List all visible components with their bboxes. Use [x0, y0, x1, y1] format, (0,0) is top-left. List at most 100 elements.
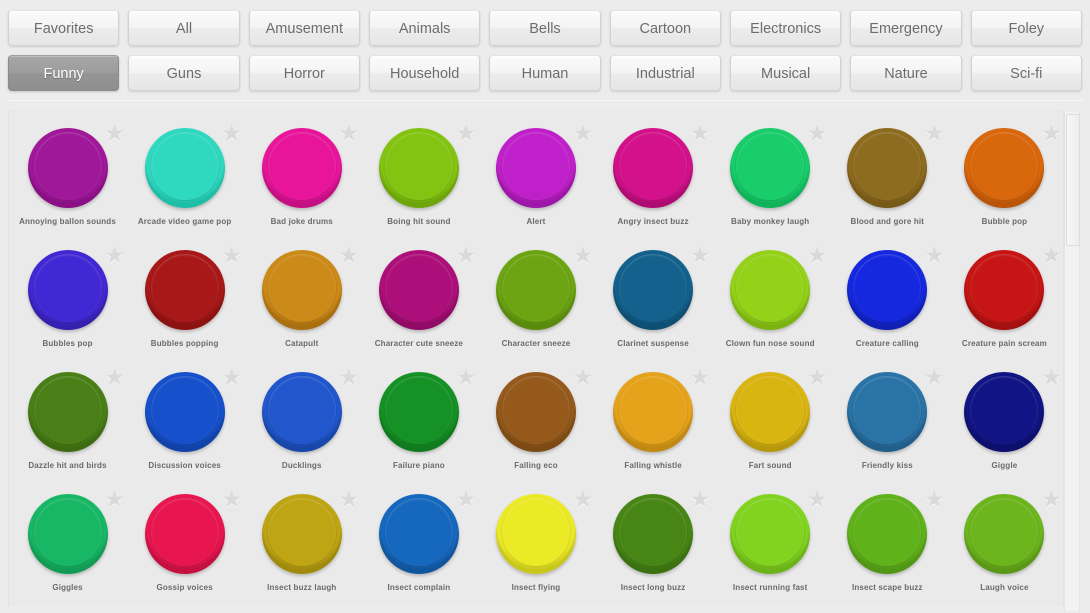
- sound-knob[interactable]: [378, 494, 459, 574]
- sound-knob[interactable]: [495, 494, 576, 574]
- sound-knob[interactable]: [27, 372, 108, 452]
- sound-knob[interactable]: [613, 250, 694, 330]
- sound-button[interactable]: ★ Creature calling: [829, 240, 946, 362]
- sound-knob[interactable]: [144, 372, 225, 452]
- sound-knob[interactable]: [847, 250, 928, 330]
- sound-knob[interactable]: [261, 128, 342, 208]
- favorite-star-icon[interactable]: ★: [338, 366, 360, 389]
- favorite-star-icon[interactable]: ★: [338, 244, 360, 267]
- sound-knob[interactable]: [730, 128, 811, 208]
- favorite-star-icon[interactable]: ★: [104, 122, 126, 145]
- scrollbar-thumb[interactable]: [1066, 114, 1080, 246]
- sound-button[interactable]: ★ Bubble pop: [946, 118, 1063, 240]
- favorite-star-icon[interactable]: ★: [923, 366, 945, 389]
- sound-knob[interactable]: [847, 494, 928, 574]
- favorite-star-icon[interactable]: ★: [104, 244, 126, 267]
- sound-knob[interactable]: [613, 128, 694, 208]
- favorite-star-icon[interactable]: ★: [1040, 122, 1062, 145]
- sound-button[interactable]: ★ Giggles: [9, 484, 126, 606]
- sound-knob[interactable]: [964, 250, 1045, 330]
- sound-button[interactable]: ★ Gossip voices: [126, 484, 243, 606]
- sound-knob[interactable]: [27, 250, 108, 330]
- sound-knob[interactable]: [730, 494, 811, 574]
- favorite-star-icon[interactable]: ★: [1040, 488, 1062, 511]
- tab-favorites[interactable]: Favorites: [8, 10, 120, 46]
- sound-knob[interactable]: [613, 494, 694, 574]
- sound-button[interactable]: ★ Friendly kiss: [829, 362, 946, 484]
- favorite-star-icon[interactable]: ★: [221, 244, 243, 267]
- tab-guns[interactable]: Guns: [128, 55, 240, 91]
- sound-knob[interactable]: [378, 372, 459, 452]
- sound-button[interactable]: ★ Arcade video game pop: [126, 118, 243, 240]
- sound-button[interactable]: ★ Insect running fast: [712, 484, 829, 606]
- sound-button[interactable]: ★ Fart sound: [712, 362, 829, 484]
- favorite-star-icon[interactable]: ★: [221, 366, 243, 389]
- tab-foley[interactable]: Foley: [970, 10, 1082, 46]
- tab-electronics[interactable]: Electronics: [729, 10, 842, 46]
- favorite-star-icon[interactable]: ★: [455, 244, 477, 267]
- favorite-star-icon[interactable]: ★: [923, 244, 945, 267]
- favorite-star-icon[interactable]: ★: [338, 122, 360, 145]
- tab-amusement[interactable]: Amusement: [248, 10, 360, 46]
- tab-horror[interactable]: Horror: [248, 55, 360, 91]
- sound-knob[interactable]: [730, 372, 811, 452]
- sound-button[interactable]: ★ Discussion voices: [126, 362, 243, 484]
- sound-knob[interactable]: [144, 128, 225, 208]
- vertical-scrollbar[interactable]: [1064, 112, 1080, 611]
- tab-bells[interactable]: Bells: [489, 10, 601, 46]
- sound-knob[interactable]: [847, 372, 928, 452]
- favorite-star-icon[interactable]: ★: [923, 122, 945, 145]
- sound-button[interactable]: ★ Insect complain: [360, 484, 477, 606]
- sound-knob[interactable]: [378, 128, 459, 208]
- sound-button[interactable]: ★ Giggle: [946, 362, 1063, 484]
- favorite-star-icon[interactable]: ★: [572, 366, 594, 389]
- favorite-star-icon[interactable]: ★: [806, 244, 828, 267]
- favorite-star-icon[interactable]: ★: [806, 488, 828, 511]
- favorite-star-icon[interactable]: ★: [221, 122, 243, 145]
- tab-cartoon[interactable]: Cartoon: [609, 10, 721, 46]
- sound-knob[interactable]: [261, 372, 342, 452]
- sound-button[interactable]: ★ Annoying ballon sounds: [9, 118, 126, 240]
- favorite-star-icon[interactable]: ★: [455, 366, 477, 389]
- sound-knob[interactable]: [27, 494, 108, 574]
- tab-industrial[interactable]: Industrial: [609, 55, 721, 91]
- favorite-star-icon[interactable]: ★: [1040, 244, 1062, 267]
- favorite-star-icon[interactable]: ★: [104, 366, 126, 389]
- sound-knob[interactable]: [495, 250, 576, 330]
- sound-button[interactable]: ★ Baby monkey laugh: [712, 118, 829, 240]
- tab-animals[interactable]: Animals: [368, 10, 481, 46]
- sound-button[interactable]: ★ Boing hit sound: [360, 118, 477, 240]
- tab-household[interactable]: Household: [368, 55, 481, 91]
- sound-button[interactable]: ★ Character sneeze: [477, 240, 594, 362]
- sound-knob[interactable]: [964, 494, 1045, 574]
- favorite-star-icon[interactable]: ★: [689, 244, 711, 267]
- sound-button[interactable]: ★ Bubbles pop: [9, 240, 126, 362]
- sound-button[interactable]: ★ Creature pain scream: [946, 240, 1063, 362]
- favorite-star-icon[interactable]: ★: [572, 488, 594, 511]
- tab-human[interactable]: Human: [489, 55, 601, 91]
- sound-knob[interactable]: [144, 494, 225, 574]
- favorite-star-icon[interactable]: ★: [689, 122, 711, 145]
- sound-button[interactable]: ★ Insect buzz laugh: [243, 484, 360, 606]
- sound-button[interactable]: ★ Falling whistle: [595, 362, 712, 484]
- favorite-star-icon[interactable]: ★: [689, 366, 711, 389]
- tab-funny[interactable]: Funny: [8, 55, 120, 91]
- favorite-star-icon[interactable]: ★: [572, 244, 594, 267]
- tab-all[interactable]: All: [128, 10, 240, 46]
- sound-button[interactable]: ★ Bubbles popping: [126, 240, 243, 362]
- tab-musical[interactable]: Musical: [729, 55, 842, 91]
- tab-sci-fi[interactable]: Sci-fi: [970, 55, 1082, 91]
- sound-button[interactable]: ★ Insect flying: [477, 484, 594, 606]
- sound-button[interactable]: ★ Clown fun nose sound: [712, 240, 829, 362]
- sound-button[interactable]: ★ Insect long buzz: [595, 484, 712, 606]
- sound-knob[interactable]: [495, 372, 576, 452]
- sound-button[interactable]: ★ Alert: [477, 118, 594, 240]
- tab-emergency[interactable]: Emergency: [850, 10, 962, 46]
- favorite-star-icon[interactable]: ★: [1040, 366, 1062, 389]
- sound-knob[interactable]: [613, 372, 694, 452]
- sound-button[interactable]: ★ Clarinet suspense: [595, 240, 712, 362]
- sound-button[interactable]: ★ Ducklings: [243, 362, 360, 484]
- tab-nature[interactable]: Nature: [850, 55, 962, 91]
- sound-button[interactable]: ★ Falling eco: [477, 362, 594, 484]
- sound-knob[interactable]: [261, 250, 342, 330]
